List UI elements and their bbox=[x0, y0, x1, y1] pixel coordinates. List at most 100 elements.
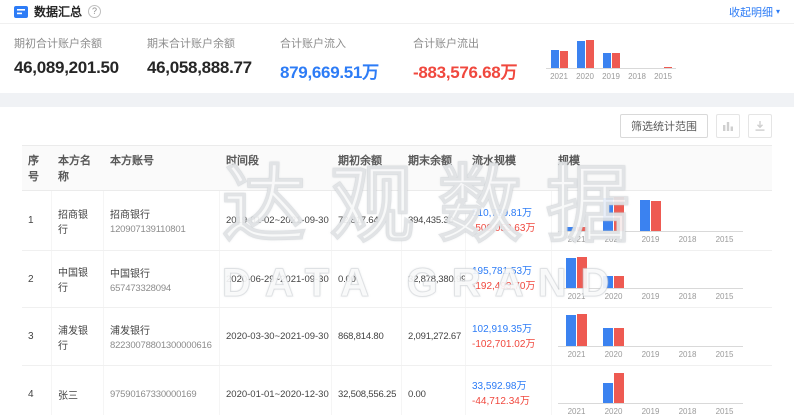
year-bar-group bbox=[598, 53, 624, 68]
year-label: 2020 bbox=[595, 289, 632, 301]
year-label: 2015 bbox=[650, 69, 676, 81]
year-label: 2019 bbox=[632, 289, 669, 301]
account-bank-name: 浦发银行 bbox=[110, 322, 213, 337]
row-scale-chart-cell: 20212020201920182015 bbox=[552, 251, 770, 307]
inflow-value: 510,739.81万 bbox=[472, 208, 532, 219]
row-ending-balance: 394,435.33 bbox=[402, 191, 466, 250]
outflow-bar bbox=[577, 314, 587, 346]
row-name: 浦发银行 bbox=[52, 308, 104, 365]
year-label: 2015 bbox=[706, 347, 743, 359]
year-label: 2021 bbox=[558, 232, 595, 244]
outflow-value: -509,053.63万 bbox=[472, 223, 535, 234]
year-label: 2018 bbox=[624, 69, 650, 81]
inflow-bar bbox=[551, 50, 559, 68]
account-bank-name: 中国银行 bbox=[110, 265, 213, 280]
outflow-bar bbox=[577, 227, 587, 231]
year-bar-group bbox=[558, 227, 595, 231]
outflow-bar bbox=[614, 328, 624, 346]
year-label: 2019 bbox=[632, 404, 669, 415]
year-label: 2019 bbox=[598, 69, 624, 81]
flow-values: 102,919.35万 -102,701.02万 bbox=[472, 322, 545, 352]
inflow-bar bbox=[640, 200, 650, 231]
year-bar-group bbox=[650, 67, 676, 68]
year-label: 2015 bbox=[706, 232, 743, 244]
row-index: 1 bbox=[22, 191, 52, 250]
row-opening-balance: 72,817.64 bbox=[332, 191, 402, 250]
flow-values: 510,739.81万 -509,053.63万 bbox=[472, 206, 545, 236]
stat-label: 合计账户流入 bbox=[280, 35, 413, 51]
summary-flow-chart: 20212020201920182015 bbox=[546, 35, 676, 83]
inflow-bar bbox=[603, 383, 613, 403]
chart-view-icon[interactable] bbox=[716, 114, 740, 138]
accounts-table: 序号 本方名称 本方账号 时间段 期初余额 期末余额 流水规模 规模 1 招商银行… bbox=[22, 145, 772, 415]
row-account: 招商银行120907139110801 bbox=[104, 191, 220, 250]
inflow-bar bbox=[566, 315, 576, 346]
row-flow-scale: 195,781.53万 -192,493.70万 bbox=[466, 251, 552, 307]
year-bar-group bbox=[595, 197, 632, 231]
inflow-bar bbox=[603, 328, 613, 346]
row-opening-balance: 32,508,556.25 bbox=[332, 366, 402, 415]
account-number: 82230078801300000616 bbox=[110, 340, 213, 351]
inflow-bar bbox=[577, 41, 585, 68]
stat-opening-total: 期初合计账户余额 46,089,201.50 bbox=[14, 35, 147, 83]
row-period: 2020-01-01~2020-12-30 bbox=[220, 366, 332, 415]
stat-total-inflow: 合计账户流入 879,669.51万 bbox=[280, 35, 413, 83]
table-header: 序号 本方名称 本方账号 时间段 期初余额 期末余额 流水规模 规模 bbox=[22, 146, 772, 191]
outflow-bar bbox=[664, 67, 672, 68]
filter-range-button[interactable]: 筛选统计范围 bbox=[620, 114, 708, 138]
collapse-detail-link[interactable]: 收起明细 ▾ bbox=[729, 4, 780, 20]
account-bank-name: 招商银行 bbox=[110, 206, 213, 221]
year-bar-group bbox=[595, 276, 632, 288]
outflow-bar bbox=[577, 257, 587, 288]
mini-bar-chart: 20212020201920182015 bbox=[558, 197, 764, 244]
stat-value: 879,669.51万 bbox=[280, 58, 413, 83]
row-account: 97590167330000169 bbox=[104, 366, 220, 415]
chart-x-labels: 20212020201920182015 bbox=[558, 232, 743, 244]
row-account: 浦发银行 82230078801300000616 bbox=[104, 308, 220, 365]
outflow-bar bbox=[614, 197, 624, 231]
year-label: 2021 bbox=[558, 289, 595, 301]
col-header-name: 本方名称 bbox=[52, 146, 104, 190]
flow-values: 195,781.53万 -192,493.70万 bbox=[472, 264, 545, 294]
inflow-bar bbox=[566, 227, 576, 231]
chart-x-labels: 20212020201920182015 bbox=[558, 347, 743, 359]
inflow-bar bbox=[603, 198, 613, 231]
year-label: 2015 bbox=[706, 289, 743, 301]
chart-bars bbox=[558, 257, 743, 289]
chart-bars bbox=[558, 314, 743, 347]
year-label: 2020 bbox=[595, 232, 632, 244]
detail-panel: 筛选统计范围 序号 本方名称 本方账号 时间段 期初余额 期末余额 流水规模 规… bbox=[0, 107, 794, 415]
mini-bar-chart: 20212020201920182015 bbox=[558, 257, 764, 301]
chart-bars bbox=[558, 373, 743, 404]
download-icon[interactable] bbox=[748, 114, 772, 138]
help-icon[interactable]: ? bbox=[88, 5, 101, 18]
row-period: 2020-06-29~2021-09-30 bbox=[220, 251, 332, 307]
row-opening-balance: 868,814.80 bbox=[332, 308, 402, 365]
row-ending-balance: 0.00 bbox=[402, 366, 466, 415]
stat-value: -883,576.68万 bbox=[413, 58, 546, 83]
outflow-bar bbox=[612, 53, 620, 68]
col-header-opening: 期初余额 bbox=[332, 146, 402, 190]
row-opening-balance: 0.00 bbox=[332, 251, 402, 307]
stat-value: 46,089,201.50 bbox=[14, 58, 147, 78]
stat-value: 46,058,888.77 bbox=[147, 58, 280, 78]
account-number: 97590167330000169 bbox=[110, 389, 213, 400]
outflow-bar bbox=[560, 51, 568, 68]
chart-bars bbox=[558, 197, 743, 232]
col-header-index: 序号 bbox=[22, 146, 52, 190]
title-bar: 数据汇总 ? 收起明细 ▾ bbox=[0, 0, 794, 24]
row-index: 2 bbox=[22, 251, 52, 307]
year-bar-group bbox=[572, 40, 598, 68]
row-period: 2020-03-30~2021-09-30 bbox=[220, 308, 332, 365]
year-label: 2015 bbox=[706, 404, 743, 415]
stat-label: 期初合计账户余额 bbox=[14, 35, 147, 51]
chevron-down-icon: ▾ bbox=[776, 7, 780, 16]
row-ending-balance: 32,878,380.99 bbox=[402, 251, 466, 307]
mini-bar-chart: 20212020201920182015 bbox=[558, 373, 764, 415]
outflow-value: -192,493.70万 bbox=[472, 281, 535, 292]
row-index: 3 bbox=[22, 308, 52, 365]
year-label: 2018 bbox=[669, 289, 706, 301]
col-header-flow: 流水规模 bbox=[466, 146, 552, 190]
table-body: 1招商银行招商银行1209071391108012019-01-02~2021-… bbox=[22, 191, 772, 415]
row-scale-chart-cell: 20212020201920182015 bbox=[552, 308, 770, 365]
